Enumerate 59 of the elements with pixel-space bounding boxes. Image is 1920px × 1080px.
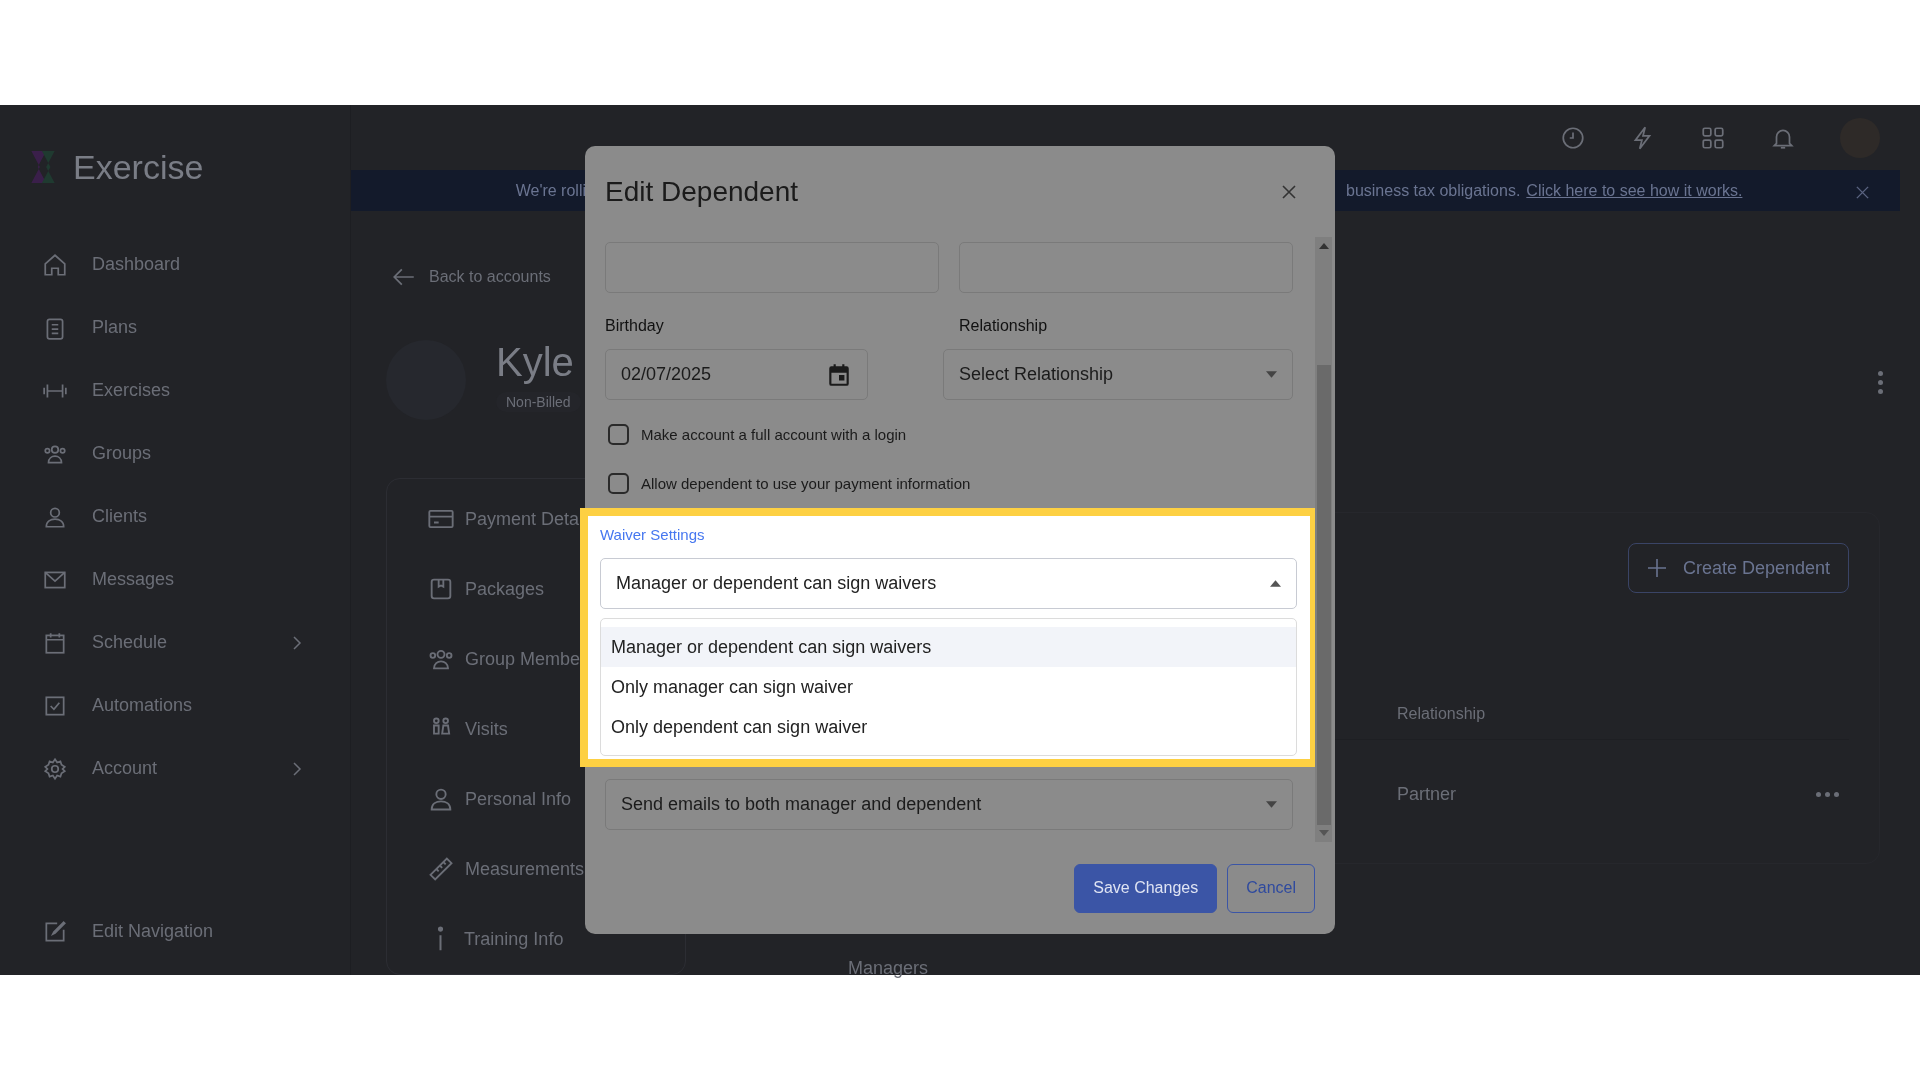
email-select[interactable]: Send emails to both manager and dependent: [605, 779, 1293, 830]
dropdown-option[interactable]: Only dependent can sign waiver: [601, 707, 1296, 747]
plus-icon: [1646, 558, 1667, 578]
back-link[interactable]: Back to accounts: [386, 264, 686, 290]
section-heading: Managers: [848, 958, 929, 979]
table-cell: Partner: [1397, 784, 1457, 805]
banner-text: business tax obligations.: [1346, 181, 1521, 200]
more-options-icon[interactable]: [1878, 371, 1883, 394]
chevron-icon: [292, 634, 302, 651]
profile-menu-item[interactable]: Measurements: [427, 834, 685, 904]
dropdown-caret-icon: [1266, 371, 1277, 378]
cancel-button[interactable]: Cancel: [1227, 863, 1315, 913]
scroll-down-icon[interactable]: [1318, 830, 1329, 836]
close-icon[interactable]: [1855, 185, 1870, 201]
relationship-select[interactable]: Select Relationship: [943, 349, 1293, 400]
field-label: Birthday: [605, 317, 665, 336]
chevron-icon: [292, 760, 302, 777]
scrollbar[interactable]: [1315, 237, 1332, 842]
sidebar-item[interactable]: Automations: [0, 674, 350, 737]
sidebar-item[interactable]: Account: [0, 737, 350, 800]
sidebar-item[interactable]: Plans: [0, 296, 350, 359]
dropdown-caret-icon: [1270, 580, 1281, 587]
date-field[interactable]: 02/07/2025: [605, 349, 868, 400]
profile-menu-item[interactable]: Training Info: [427, 904, 685, 974]
grid-icon[interactable]: [1700, 124, 1726, 151]
dialog-title: Edit Dependent: [605, 175, 799, 208]
row-options-icon[interactable]: [1816, 792, 1839, 797]
checkbox-label: Allow dependent to use your payment information: [641, 475, 971, 492]
calendar-icon[interactable]: [826, 361, 852, 388]
field-label: Relationship: [959, 317, 1049, 336]
dropdown-caret-icon: [1266, 801, 1277, 808]
scroll-up-icon[interactable]: [1318, 243, 1329, 249]
sidebar-item[interactable]: Clients: [0, 485, 350, 548]
dropdown-option[interactable]: Only manager can sign waiver: [601, 667, 1296, 707]
app-logo-text: Exercise: [73, 147, 204, 187]
create-dependent-button[interactable]: Create Dependent: [1627, 543, 1849, 593]
banner-link[interactable]: Click here to see how it works.: [1526, 181, 1743, 200]
sidebar-item[interactable]: Schedule: [0, 611, 350, 674]
checkbox[interactable]: [608, 473, 629, 494]
close-icon[interactable]: [1281, 183, 1297, 200]
sidebar-item[interactable]: Groups: [0, 422, 350, 485]
sidebar-item[interactable]: Exercises: [0, 359, 350, 422]
waiver-select[interactable]: Manager or dependent can sign waivers: [600, 558, 1297, 609]
gear-icon: [42, 755, 68, 782]
field-label: Waiver Settings: [600, 525, 706, 545]
clock-icon[interactable]: [1560, 124, 1586, 151]
pencil-icon: [42, 918, 68, 945]
sidebar-item[interactable]: Messages: [0, 548, 350, 611]
checkbox[interactable]: [608, 424, 629, 445]
ruler-icon: [427, 855, 455, 883]
checkbox-label: Make account a full account with a login: [641, 426, 907, 443]
info-icon: [438, 926, 443, 952]
dropdown-option[interactable]: Manager or dependent can sign waivers: [601, 627, 1296, 667]
edit-navigation-link[interactable]: Edit Navigation: [0, 900, 350, 963]
banner-text: We're rolli: [515, 181, 586, 199]
client-name: Kyle: [496, 340, 575, 384]
save-button[interactable]: Save Changes: [1074, 863, 1218, 913]
column-header: Relationship: [1397, 705, 1486, 722]
sidebar-item[interactable]: Dashboard: [0, 233, 350, 296]
